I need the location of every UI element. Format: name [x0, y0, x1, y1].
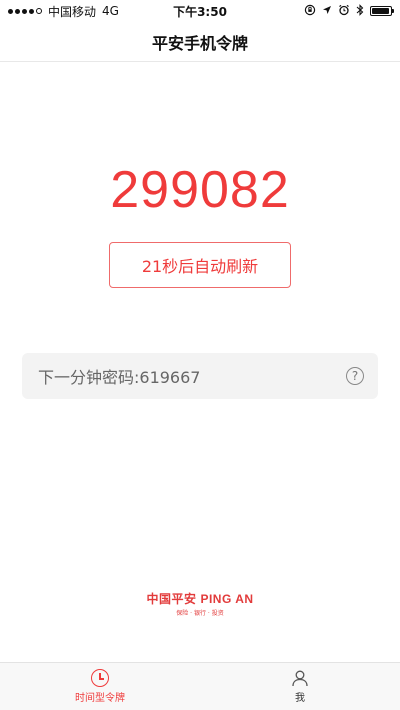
status-bar: 中国移动 4G 下午3:50 [0, 0, 400, 22]
next-code-bar: 下一分钟密码:619667 ? [22, 353, 378, 399]
bluetooth-icon [356, 3, 364, 19]
tab-me-label: 我 [295, 693, 305, 704]
refresh-countdown-button[interactable]: 21秒后自动刷新 [109, 242, 291, 288]
refresh-countdown-label: 21秒后自动刷新 [141, 257, 259, 276]
brand-cn: 中国平安 [146, 592, 197, 606]
clock-icon [91, 669, 109, 687]
user-icon [291, 669, 309, 687]
brand-en: PING AN [200, 592, 254, 606]
tab-me[interactable]: 我 [200, 663, 400, 710]
otp-code: 299082 [110, 161, 290, 219]
tab-time-token[interactable]: 时间型令牌 [0, 663, 200, 710]
brand-logo: 中国平安 PING AN 保险 · 银行 · 投资 [0, 590, 400, 617]
network-type: 4G [102, 4, 119, 18]
brand-slogan: 保险 · 银行 · 投资 [176, 610, 224, 617]
status-right [304, 3, 394, 19]
battery-icon [370, 6, 394, 16]
nav-bar: 平安手机令牌 [0, 22, 400, 62]
battery-fill [372, 8, 389, 14]
brand-main: 中国平安 PING AN [0, 590, 400, 607]
carrier-name: 中国移动 [48, 4, 97, 19]
lock-rotation-icon [304, 4, 316, 19]
status-left: 中国移动 4G [8, 3, 119, 20]
next-code-label: 下一分钟密码:619667 [38, 368, 201, 387]
status-time: 下午3:50 [173, 4, 227, 19]
page-title: 平安手机令牌 [151, 33, 248, 53]
location-arrow-icon [322, 4, 332, 18]
alarm-icon [338, 4, 350, 19]
tab-bar: 时间型令牌 我 [0, 662, 400, 710]
help-icon[interactable]: ? [346, 367, 364, 385]
tab-time-token-label: 时间型令牌 [75, 693, 125, 704]
signal-strength-icon [8, 8, 42, 14]
